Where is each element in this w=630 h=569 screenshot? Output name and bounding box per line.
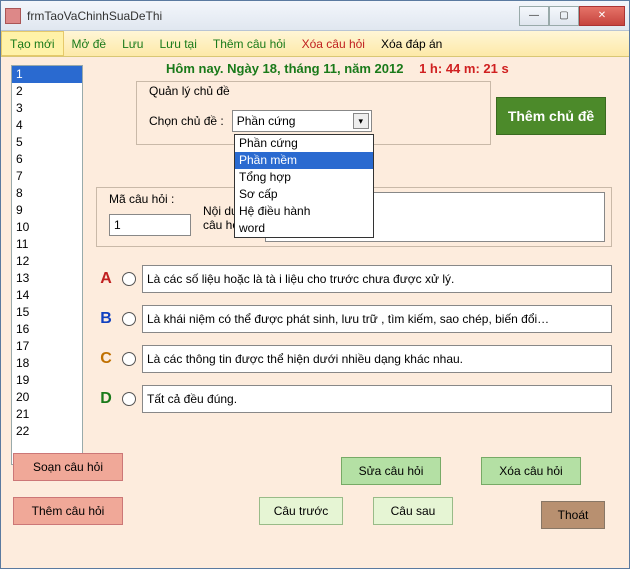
app-window: frmTaoVaChinhSuaDeThi — ▢ ✕ Tạo mới Mở đ…	[0, 0, 630, 569]
dropdown-option[interactable]: Phần mềm	[235, 152, 373, 169]
toolbar-dela[interactable]: Xóa đáp án	[373, 31, 450, 56]
answer-letter-b: B	[96, 310, 116, 328]
minimize-button[interactable]: —	[519, 6, 549, 26]
list-item[interactable]: 20	[12, 389, 82, 406]
list-item[interactable]: 6	[12, 151, 82, 168]
list-item[interactable]: 1	[12, 66, 82, 83]
answer-letter-c: C	[96, 350, 116, 368]
toolbar-addq[interactable]: Thêm câu hỏi	[205, 31, 294, 56]
question-code-input[interactable]	[109, 214, 191, 236]
topic-selected: Phần cứng	[237, 114, 296, 128]
topic-dropdown-list[interactable]: Phần cứngPhần mềmTổng hợpSơ cấpHệ điều h…	[234, 134, 374, 238]
answer-radio-a[interactable]	[122, 272, 136, 286]
dropdown-option[interactable]: word	[235, 220, 373, 237]
delete-question-button[interactable]: Xóa câu hỏi	[481, 457, 581, 485]
list-item[interactable]: 4	[12, 117, 82, 134]
close-button[interactable]: ✕	[579, 6, 625, 26]
list-item[interactable]: 2	[12, 83, 82, 100]
answer-row-d: D Tất cả đều đúng.	[96, 379, 612, 419]
time-text: 1 h: 44 m: 21 s	[419, 61, 509, 76]
answer-text-d[interactable]: Tất cả đều đúng.	[142, 385, 612, 413]
question-code-label: Mã câu hỏi :	[109, 192, 174, 206]
list-item[interactable]: 18	[12, 355, 82, 372]
list-item[interactable]: 11	[12, 236, 82, 253]
window-controls: — ▢ ✕	[519, 6, 625, 26]
toolbar-open[interactable]: Mở đề	[64, 31, 115, 56]
app-icon	[5, 8, 21, 24]
edit-question-button[interactable]: Sửa câu hỏi	[341, 457, 441, 485]
topic-dropdown[interactable]: Phần cứng ▾	[232, 110, 372, 132]
list-item[interactable]: 8	[12, 185, 82, 202]
topic-choose-label: Chọn chủ đề :	[149, 114, 224, 128]
date-text: Hôm nay. Ngày 18, tháng 11, năm 2012	[166, 61, 403, 76]
answer-radio-b[interactable]	[122, 312, 136, 326]
answer-letter-a: A	[96, 270, 116, 288]
dropdown-option[interactable]: Sơ cấp	[235, 186, 373, 203]
answer-text-c[interactable]: Là các thông tin được thể hiện dưới nhiề…	[142, 345, 612, 373]
toolbar-saveas[interactable]: Lưu tại	[151, 31, 204, 56]
next-question-button[interactable]: Câu sau	[373, 497, 453, 525]
toolbar-save[interactable]: Lưu	[114, 31, 151, 56]
compose-question-button[interactable]: Soạn câu hỏi	[13, 453, 123, 481]
list-item[interactable]: 19	[12, 372, 82, 389]
list-item[interactable]: 3	[12, 100, 82, 117]
add-question-button[interactable]: Thêm câu hỏi	[13, 497, 123, 525]
window-title: frmTaoVaChinhSuaDeThi	[27, 9, 519, 23]
list-item[interactable]: 17	[12, 338, 82, 355]
answer-row-a: A Là các số liệu hoặc là tà i liệu cho t…	[96, 259, 612, 299]
client-area: 12345678910111213141516171819202122 Hôm …	[1, 57, 629, 568]
list-item[interactable]: 9	[12, 202, 82, 219]
list-item[interactable]: 12	[12, 253, 82, 270]
answers-area: A Là các số liệu hoặc là tà i liệu cho t…	[96, 259, 612, 419]
dropdown-option[interactable]: Tổng hợp	[235, 169, 373, 186]
chevron-down-icon[interactable]: ▾	[353, 113, 369, 129]
titlebar: frmTaoVaChinhSuaDeThi — ▢ ✕	[1, 1, 629, 31]
question-listbox[interactable]: 12345678910111213141516171819202122	[11, 65, 83, 465]
list-item[interactable]: 13	[12, 270, 82, 287]
list-item[interactable]: 5	[12, 134, 82, 151]
add-topic-button[interactable]: Thêm chủ đề	[496, 97, 606, 135]
prev-question-button[interactable]: Câu trước	[259, 497, 343, 525]
date-bar: Hôm nay. Ngày 18, tháng 11, năm 2012 1 h…	[166, 61, 509, 76]
exit-button[interactable]: Thoát	[541, 501, 605, 529]
list-item[interactable]: 10	[12, 219, 82, 236]
list-item[interactable]: 22	[12, 423, 82, 440]
maximize-button[interactable]: ▢	[549, 6, 579, 26]
answer-text-a[interactable]: Là các số liệu hoặc là tà i liệu cho trư…	[142, 265, 612, 293]
answer-row-c: C Là các thông tin được thể hiện dưới nh…	[96, 339, 612, 379]
list-item[interactable]: 15	[12, 304, 82, 321]
list-item[interactable]: 7	[12, 168, 82, 185]
answer-radio-c[interactable]	[122, 352, 136, 366]
list-item[interactable]: 16	[12, 321, 82, 338]
dropdown-option[interactable]: Hệ điều hành	[235, 203, 373, 220]
toolbar: Tạo mới Mở đề Lưu Lưu tại Thêm câu hỏi X…	[1, 31, 629, 57]
answer-radio-d[interactable]	[122, 392, 136, 406]
toolbar-new[interactable]: Tạo mới	[1, 31, 64, 56]
answer-letter-d: D	[96, 390, 116, 408]
list-item[interactable]: 14	[12, 287, 82, 304]
answer-row-b: B Là khái niệm có thể được phát sinh, lư…	[96, 299, 612, 339]
dropdown-option[interactable]: Phần cứng	[235, 135, 373, 152]
toolbar-delq[interactable]: Xóa câu hỏi	[294, 31, 373, 56]
answer-text-b[interactable]: Là khái niệm có thể được phát sinh, lưu …	[142, 305, 612, 333]
list-item[interactable]: 21	[12, 406, 82, 423]
topic-group-label: Quản lý chủ đề	[149, 84, 230, 98]
